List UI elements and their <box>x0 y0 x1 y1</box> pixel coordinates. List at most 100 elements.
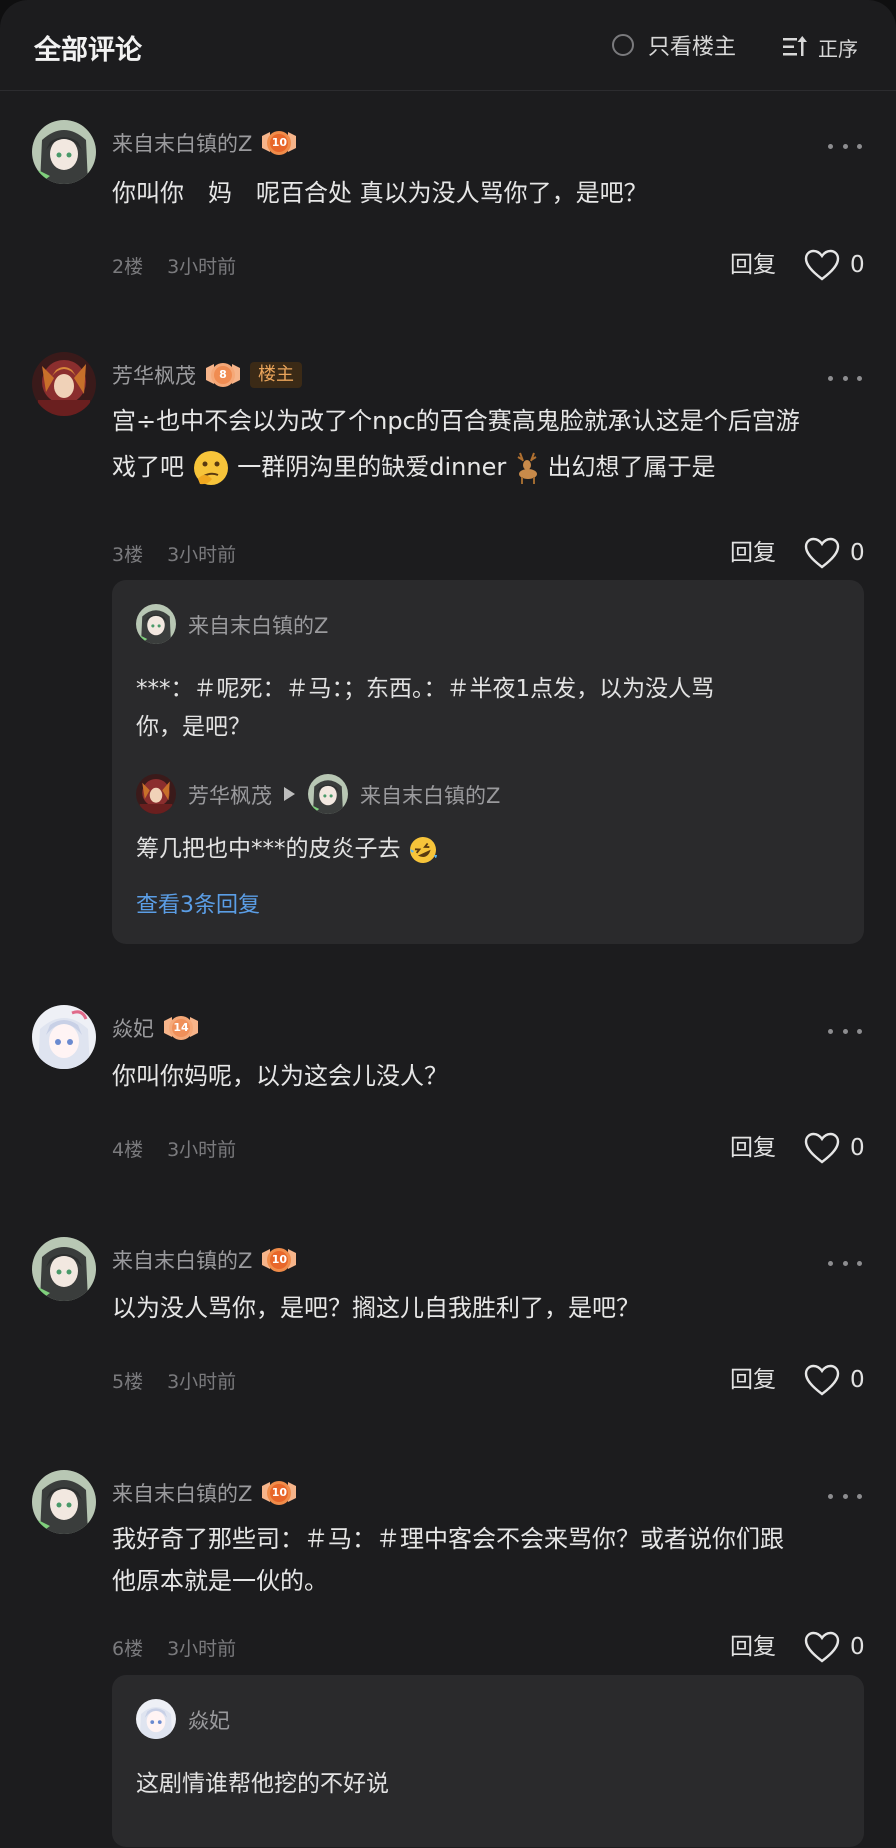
heart-icon <box>804 1631 840 1663</box>
reply-text-segment: 筹几把也中***的皮炎子去 <box>136 836 401 862</box>
host-tag: 楼主 <box>250 362 302 388</box>
text-segment: 戏了吧 <box>112 453 184 481</box>
sort-button[interactable]: 正序 <box>782 30 858 64</box>
reply-to-username[interactable]: 来自末白镇的Z <box>360 780 500 810</box>
level-number: 14 <box>173 1021 189 1034</box>
username[interactable]: 芳华枫茂 <box>112 360 196 390</box>
comments-panel: 全部评论 只看楼主 正序 来自末白镇的Z 10 你叫你 妈 呢百合处 真以为没人… <box>0 0 896 1848</box>
reply-button[interactable]: 回复 <box>730 535 776 571</box>
reply-button[interactable]: 回复 <box>730 1629 776 1665</box>
more-options-icon[interactable] <box>828 1021 862 1041</box>
only-op-toggle[interactable]: 只看楼主 <box>612 28 736 62</box>
name-row: 焱妃 14 <box>112 1011 200 1045</box>
level-badge: 10 <box>260 1478 298 1508</box>
floor-number: 4楼 <box>112 1138 144 1161</box>
comment-text-line: 宫÷也中不会以为改了个npc的百合赛高鬼脸就承认这是个后宫游 <box>112 407 800 435</box>
avatar[interactable] <box>136 604 176 644</box>
thinking-face-icon <box>193 451 228 485</box>
level-badge: 14 <box>162 1013 200 1043</box>
floor-number: 5楼 <box>112 1370 144 1393</box>
radio-icon[interactable] <box>612 34 634 56</box>
reply-from-username[interactable]: 芳华枫茂 <box>188 780 272 810</box>
comment-text: 你叫你妈呢，以为这会儿没人？ <box>112 1062 448 1090</box>
more-options-icon[interactable] <box>828 1253 862 1273</box>
floor-number: 6楼 <box>112 1637 144 1660</box>
like-count: 0 <box>850 1367 865 1393</box>
reply-button[interactable]: 回复 <box>730 1362 776 1398</box>
like-count: 0 <box>850 540 865 566</box>
timestamp: 3小时前 <box>167 255 237 278</box>
view-more-replies-link[interactable]: 查看3条回复 <box>136 887 260 919</box>
comment-meta: 2楼 3小时前 <box>112 250 236 280</box>
level-badge: 10 <box>260 128 298 158</box>
like-button[interactable]: 0 <box>804 1360 865 1400</box>
username[interactable]: 来自末白镇的Z <box>112 1245 252 1275</box>
more-options-icon[interactable] <box>828 1486 862 1506</box>
comments-header: 全部评论 只看楼主 正序 <box>0 0 896 91</box>
heart-icon <box>804 1364 840 1396</box>
name-row: 芳华枫茂 8 楼主 <box>112 358 302 392</box>
avatar[interactable] <box>308 774 348 814</box>
text-segment: 一群阴沟里的缺爱dinner <box>237 453 507 481</box>
comment-text-line: 他原本就是一伙的。 <box>112 1567 328 1595</box>
comment-meta: 6楼 3小时前 <box>112 1632 236 1662</box>
avatar[interactable] <box>32 352 96 416</box>
reply-username[interactable]: 焱妃 <box>188 1705 230 1735</box>
reply-username[interactable]: 来自末白镇的Z <box>188 610 328 640</box>
heart-icon <box>804 1132 840 1164</box>
avatar[interactable] <box>32 1005 96 1069</box>
heart-icon <box>804 537 840 569</box>
comment-text-line: 我好奇了那些司：＃马：＃理中客会不会来骂你？或者说你们跟 <box>112 1525 784 1553</box>
comment-text: 你叫你 妈 呢百合处 真以为没人骂你了，是吧？ <box>112 179 648 207</box>
level-number: 10 <box>271 1253 288 1266</box>
avatar[interactable] <box>136 1699 176 1739</box>
rolling-laughing-face-icon <box>409 836 437 863</box>
page-title: 全部评论 <box>34 35 142 66</box>
avatar[interactable] <box>32 1470 96 1534</box>
like-count: 0 <box>850 1135 865 1161</box>
name-row: 来自末白镇的Z 10 <box>112 126 298 160</box>
timestamp: 3小时前 <box>167 1637 237 1660</box>
more-options-icon[interactable] <box>828 136 862 156</box>
level-badge: 10 <box>260 1245 298 1275</box>
deer-icon <box>517 452 537 484</box>
comment-text: 我好奇了那些司：＃马：＃理中客会不会来骂你？或者说你们跟 他原本就是一伙的。 <box>112 1518 862 1602</box>
like-button[interactable]: 0 <box>804 533 865 573</box>
sort-icon <box>783 36 807 56</box>
heart-icon <box>804 249 840 281</box>
avatar[interactable] <box>136 774 176 814</box>
only-op-label: 只看楼主 <box>648 35 737 60</box>
like-count: 0 <box>850 1634 865 1660</box>
like-count: 0 <box>850 252 865 278</box>
like-button[interactable]: 0 <box>804 1627 865 1667</box>
username[interactable]: 来自末白镇的Z <box>112 1478 252 1508</box>
like-button[interactable]: 0 <box>804 245 865 285</box>
level-badge: 8 <box>204 360 242 390</box>
comment-meta: 3楼 3小时前 <box>112 538 236 568</box>
avatar[interactable] <box>32 120 96 184</box>
comment-text: 以为没人骂你，是吧？搁这儿自我胜利了，是吧？ <box>112 1294 640 1322</box>
comment-text-line: 戏了吧 一群阴沟里的缺爱dinner 出幻想了属于是 <box>112 446 862 488</box>
floor-number: 3楼 <box>112 543 144 566</box>
comment-meta: 4楼 3小时前 <box>112 1133 236 1163</box>
name-row: 来自末白镇的Z 10 <box>112 1243 298 1277</box>
like-button[interactable]: 0 <box>804 1128 865 1168</box>
reply-text: ***：＃呢死：＃马：；东西。：＃半夜1点发，以为没人骂 你，是吧？ <box>136 670 836 746</box>
reply-text: 这剧情谁帮他挖的不好说 <box>136 1771 389 1797</box>
level-number: 10 <box>271 1486 288 1499</box>
timestamp: 3小时前 <box>167 543 237 566</box>
reply-button[interactable]: 回复 <box>730 1130 776 1166</box>
name-row: 来自末白镇的Z 10 <box>112 1476 298 1510</box>
more-options-icon[interactable] <box>828 368 862 388</box>
comment-text: 宫÷也中不会以为改了个npc的百合赛高鬼脸就承认这是个后宫游 戏了吧 一群阴沟里… <box>112 400 862 488</box>
avatar[interactable] <box>32 1237 96 1301</box>
timestamp: 3小时前 <box>167 1138 237 1161</box>
username[interactable]: 焱妃 <box>112 1013 154 1043</box>
floor-number: 2楼 <box>112 255 144 278</box>
sort-label: 正序 <box>818 36 858 61</box>
reply-button[interactable]: 回复 <box>730 247 776 283</box>
level-number: 8 <box>219 368 227 381</box>
reply-text-line: ***：＃呢死：＃马：；东西。：＃半夜1点发，以为没人骂 <box>136 676 715 702</box>
timestamp: 3小时前 <box>167 1370 237 1393</box>
username[interactable]: 来自末白镇的Z <box>112 128 252 158</box>
